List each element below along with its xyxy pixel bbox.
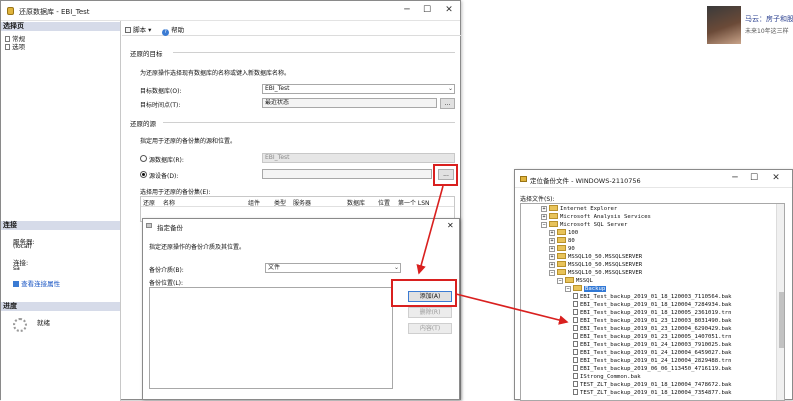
arrow-add-to-locate: [455, 293, 569, 325]
arrow-browse-to-add: [416, 185, 444, 275]
annotation-arrows: [416, 185, 569, 325]
